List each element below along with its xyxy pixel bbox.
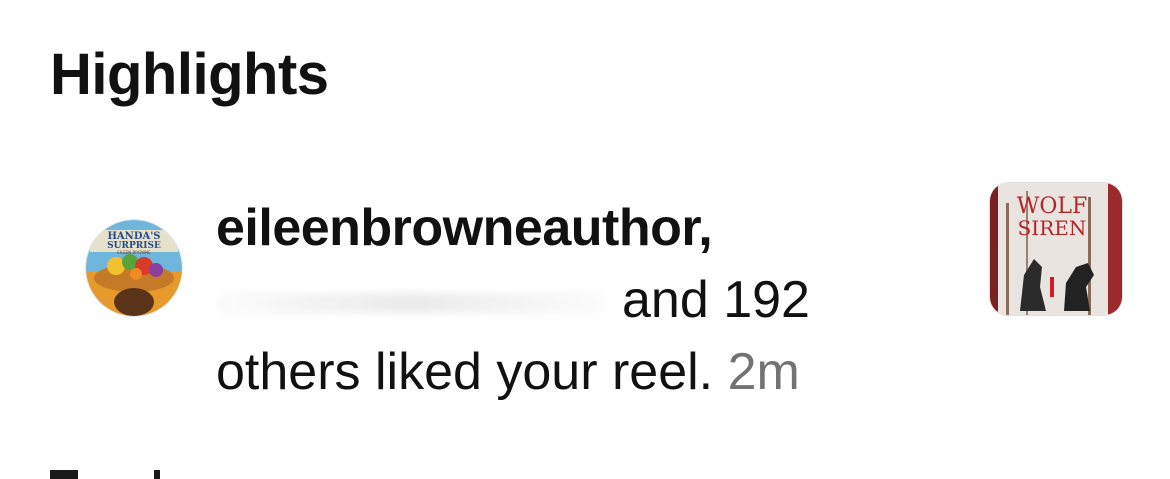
avatar[interactable]: HANDA'S SURPRISE EILEEN BROWNE xyxy=(86,220,182,316)
avatar-cover-line-3: EILEEN BROWNE xyxy=(117,250,151,255)
notification-row[interactable]: HANDA'S SURPRISE EILEEN BROWNE eileenbro… xyxy=(0,0,1170,479)
reel-thumbnail[interactable]: WOLF SIREN xyxy=(990,183,1122,315)
timestamp: 2m xyxy=(727,343,800,401)
notification-text: eileenbrowneauthor, and 192 others liked… xyxy=(216,192,936,408)
notification-message: others liked your reel. xyxy=(216,343,714,401)
like-count: and 192 xyxy=(622,271,810,329)
username-link[interactable]: eileenbrowneauthor, xyxy=(216,199,713,257)
book-cover-avatar-icon: HANDA'S SURPRISE EILEEN BROWNE xyxy=(86,220,182,316)
book-cover-thumbnail-icon: WOLF SIREN xyxy=(990,183,1122,315)
thumbnail-title-line-2: SIREN xyxy=(1018,216,1087,240)
redacted-usernames xyxy=(216,293,606,314)
